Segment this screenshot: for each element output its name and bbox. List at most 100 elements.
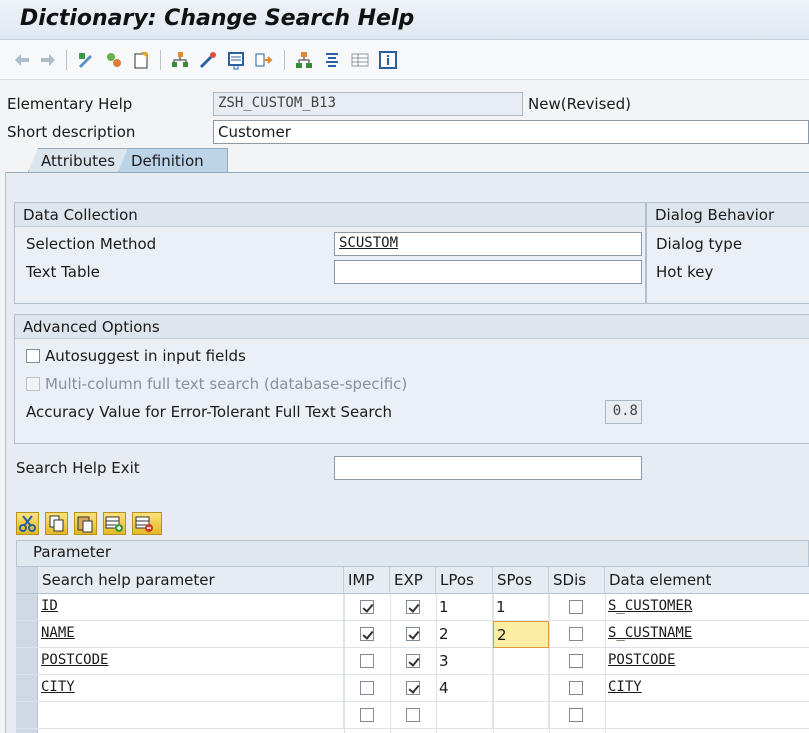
- selection-method-field[interactable]: SCUSTOM: [334, 232, 642, 256]
- search-help-exit-field[interactable]: [334, 456, 642, 480]
- row-selector[interactable]: [16, 594, 38, 620]
- row-selector[interactable]: [16, 729, 38, 733]
- insert-row-button[interactable]: [103, 512, 126, 535]
- selection-method-label: Selection Method: [26, 235, 157, 253]
- elementary-help-label: Elementary Help: [7, 95, 133, 113]
- cut-row-button[interactable]: [16, 512, 39, 535]
- text-table-field[interactable]: [334, 260, 642, 284]
- insert-row-icon: [105, 516, 123, 532]
- imp-checkbox[interactable]: [360, 708, 374, 722]
- autosuggest-checkbox[interactable]: [26, 349, 40, 363]
- text-table-label: Text Table: [26, 263, 100, 281]
- column-spos[interactable]: SPos: [493, 567, 549, 594]
- exp-checkbox[interactable]: [406, 600, 420, 614]
- delete-row-icon: [135, 516, 153, 532]
- elementary-help-field: ZSH_CUSTOM_B13: [213, 92, 523, 116]
- sdis-checkbox[interactable]: [569, 681, 583, 695]
- forward-icon[interactable]: [38, 50, 58, 70]
- status-text: New(Revised): [528, 95, 632, 113]
- table-icon[interactable]: [350, 50, 370, 70]
- param-cell[interactable]: NAME: [38, 621, 344, 648]
- delete-row-button[interactable]: [132, 512, 162, 535]
- data-element-cell[interactable]: POSTCODE: [605, 648, 809, 675]
- parameter-table-title: Parameter: [33, 543, 112, 561]
- tab-attributes[interactable]: Attributes: [28, 148, 128, 172]
- lpos-cell[interactable]: 2: [436, 621, 493, 648]
- copy-row-button[interactable]: [45, 512, 68, 535]
- advanced-options-title: Advanced Options: [15, 315, 809, 339]
- paste-row-button[interactable]: [74, 512, 97, 535]
- spos-cell[interactable]: [493, 675, 549, 702]
- row-selector[interactable]: [16, 675, 38, 701]
- data-element-cell[interactable]: [605, 702, 809, 729]
- lpos-cell[interactable]: 3: [436, 648, 493, 675]
- autosuggest-label: Autosuggest in input fields: [45, 347, 246, 365]
- param-cell[interactable]: CITY: [38, 675, 344, 702]
- display-change-icon[interactable]: [76, 50, 96, 70]
- object-list-icon[interactable]: [226, 50, 246, 70]
- column-imp[interactable]: IMP: [344, 567, 390, 594]
- select-all-header[interactable]: [16, 567, 38, 594]
- exp-checkbox[interactable]: [406, 627, 420, 641]
- column-search-help-parameter[interactable]: Search help parameter: [38, 567, 344, 594]
- sdis-checkbox[interactable]: [569, 627, 583, 641]
- column-data-element[interactable]: Data element: [605, 567, 809, 594]
- other-object-icon[interactable]: [104, 50, 124, 70]
- copy-icon: [49, 515, 64, 532]
- dialog-type-label: Dialog type: [656, 235, 743, 253]
- where-used-icon[interactable]: [170, 50, 190, 70]
- info-icon[interactable]: [378, 50, 398, 70]
- accuracy-field: 0.8: [605, 400, 642, 424]
- data-element-cell[interactable]: S_CUSTOMER: [605, 594, 809, 621]
- exp-checkbox[interactable]: [406, 654, 420, 668]
- sdis-checkbox[interactable]: [569, 600, 583, 614]
- param-cell[interactable]: POSTCODE: [38, 648, 344, 675]
- imp-checkbox[interactable]: [360, 654, 374, 668]
- parameter-table-header: [16, 540, 809, 567]
- lpos-cell[interactable]: 1: [436, 594, 493, 621]
- search-help-exit-label: Search Help Exit: [16, 459, 140, 477]
- data-collection-title: Data Collection: [15, 203, 645, 227]
- tab-definition[interactable]: Definition: [118, 148, 228, 172]
- dialog-behavior-title: Dialog Behavior: [647, 203, 809, 227]
- window-title: Dictionary: Change Search Help: [20, 6, 415, 31]
- spos-cell[interactable]: [493, 648, 549, 675]
- spos-cell[interactable]: 1: [493, 594, 549, 621]
- data-element-cell[interactable]: CITY: [605, 675, 809, 702]
- back-icon[interactable]: [12, 50, 32, 70]
- imp-checkbox[interactable]: [360, 600, 374, 614]
- lpos-cell[interactable]: 4: [436, 675, 493, 702]
- row-selector[interactable]: [16, 702, 38, 728]
- param-cell[interactable]: [38, 702, 344, 729]
- column-sdis[interactable]: SDis: [549, 567, 605, 594]
- paste-icon: [77, 516, 93, 533]
- spos-cell[interactable]: [493, 702, 549, 729]
- lpos-cell[interactable]: [436, 702, 493, 729]
- format-icon[interactable]: [322, 50, 342, 70]
- imp-checkbox[interactable]: [360, 627, 374, 641]
- exp-checkbox[interactable]: [406, 708, 420, 722]
- toolbar-separator: [160, 50, 161, 70]
- sdis-checkbox[interactable]: [569, 708, 583, 722]
- data-element-cell[interactable]: S_CUSTNAME: [605, 621, 809, 648]
- short-description-field[interactable]: Customer: [213, 120, 809, 144]
- imp-checkbox[interactable]: [360, 681, 374, 695]
- column-exp[interactable]: EXP: [390, 567, 436, 594]
- short-description-label: Short description: [7, 123, 136, 141]
- column-lpos[interactable]: LPos: [436, 567, 493, 594]
- exp-checkbox[interactable]: [406, 681, 420, 695]
- test-icon[interactable]: [198, 50, 218, 70]
- accuracy-label: Accuracy Value for Error-Tolerant Full T…: [26, 403, 392, 421]
- hierarchy-icon[interactable]: [294, 50, 314, 70]
- scissors-icon: [19, 515, 36, 532]
- toolbar-separator: [284, 50, 285, 70]
- param-cell[interactable]: ID: [38, 594, 344, 621]
- multicolumn-checkbox: [26, 377, 40, 391]
- toolbar-separator: [66, 50, 67, 70]
- spos-cell-active[interactable]: 2: [493, 621, 549, 648]
- row-selector[interactable]: [16, 648, 38, 674]
- navigate-icon[interactable]: [254, 50, 274, 70]
- row-selector[interactable]: [16, 621, 38, 647]
- sdis-checkbox[interactable]: [569, 654, 583, 668]
- activate-icon[interactable]: [132, 50, 152, 70]
